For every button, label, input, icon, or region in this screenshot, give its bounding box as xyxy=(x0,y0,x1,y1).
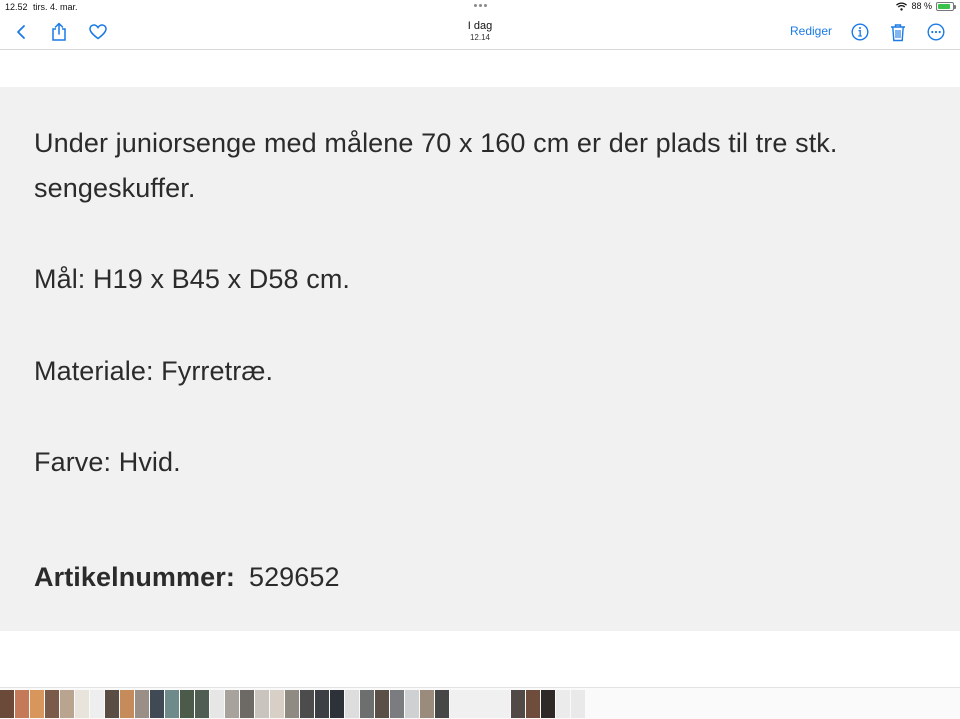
multitasking-dots-icon[interactable] xyxy=(472,0,488,10)
wifi-icon xyxy=(896,1,908,11)
thumbnail[interactable] xyxy=(270,690,284,718)
status-indicators: 88 % xyxy=(896,1,956,11)
battery-percent: 88 % xyxy=(911,1,932,11)
thumbnail[interactable] xyxy=(390,690,404,718)
thumbnail[interactable] xyxy=(375,690,389,718)
thumbnail[interactable] xyxy=(285,690,299,718)
heart-icon xyxy=(89,24,107,40)
thumbnail[interactable] xyxy=(511,690,525,718)
thumbnail[interactable] xyxy=(135,690,149,718)
thumbnail[interactable] xyxy=(105,690,119,718)
article-number-row: Artikelnummer: 529652 xyxy=(34,555,340,600)
product-description: Under juniorsenge med målene 70 x 160 cm… xyxy=(34,128,838,203)
more-icon xyxy=(927,23,945,41)
thumbnail[interactable] xyxy=(90,690,104,718)
article-number-label: Artikelnummer: xyxy=(34,562,235,592)
thumbnail[interactable] xyxy=(15,690,29,718)
product-dimensions: Mål: H19 x B45 x D58 cm. xyxy=(34,264,351,294)
thumbnail[interactable] xyxy=(405,690,419,718)
thumbnail[interactable] xyxy=(210,690,224,718)
thumbnail[interactable] xyxy=(360,690,374,718)
thumbnail[interactable] xyxy=(526,690,540,718)
thumbnail[interactable] xyxy=(345,690,359,718)
thumbnail[interactable] xyxy=(435,690,449,718)
thumbnail[interactable] xyxy=(30,690,44,718)
info-icon xyxy=(851,23,869,41)
thumbnail[interactable] xyxy=(120,690,134,718)
delete-button[interactable] xyxy=(887,21,909,43)
status-date: tirs. 4. mar. xyxy=(33,2,78,12)
thumbnail[interactable] xyxy=(45,690,59,718)
thumbnail[interactable] xyxy=(541,690,555,718)
thumbnail[interactable] xyxy=(240,690,254,718)
product-color: Farve: Hvid. xyxy=(34,447,181,477)
toolbar-subtitle: 12.14 xyxy=(469,33,491,42)
thumbnail[interactable] xyxy=(180,690,194,718)
more-button[interactable] xyxy=(925,21,947,43)
thumbnail[interactable] xyxy=(315,690,329,718)
thumbnail[interactable] xyxy=(420,690,434,718)
photo-content: Under juniorsenge med målene 70 x 160 cm… xyxy=(0,87,960,631)
edit-button[interactable]: Rediger xyxy=(790,24,832,38)
thumbnail[interactable] xyxy=(255,690,269,718)
favorite-button[interactable] xyxy=(87,21,109,43)
share-icon xyxy=(52,22,66,41)
toolbar-title: I dag xyxy=(467,20,493,32)
thumbnail[interactable] xyxy=(195,690,209,718)
thumbnail[interactable] xyxy=(556,690,570,718)
share-button[interactable] xyxy=(48,21,70,43)
status-bar: 12.52 tirs. 4. mar. 88 % xyxy=(0,0,960,14)
chevron-left-icon xyxy=(17,25,25,39)
trash-icon xyxy=(891,23,905,41)
thumbnail[interactable] xyxy=(75,690,89,718)
thumbnail[interactable] xyxy=(225,690,239,718)
thumbnail[interactable] xyxy=(571,690,585,718)
thumbnail[interactable] xyxy=(330,690,344,718)
back-button[interactable] xyxy=(10,21,32,43)
status-time: 12.52 xyxy=(5,2,28,12)
photo-toolbar: I dag 12.14 Rediger xyxy=(0,14,960,50)
article-number-value: 529652 xyxy=(248,562,340,592)
thumbnail[interactable] xyxy=(60,690,74,718)
product-material: Materiale: Fyrretræ. xyxy=(34,356,274,386)
thumbnail[interactable] xyxy=(165,690,179,718)
thumbnail[interactable] xyxy=(300,690,314,718)
thumbnail-strip[interactable] xyxy=(0,687,960,719)
battery-icon xyxy=(936,1,956,11)
thumbnail[interactable] xyxy=(0,690,14,718)
info-button[interactable] xyxy=(849,21,871,43)
thumbnail[interactable] xyxy=(150,690,164,718)
thumbnail[interactable] xyxy=(450,690,510,718)
